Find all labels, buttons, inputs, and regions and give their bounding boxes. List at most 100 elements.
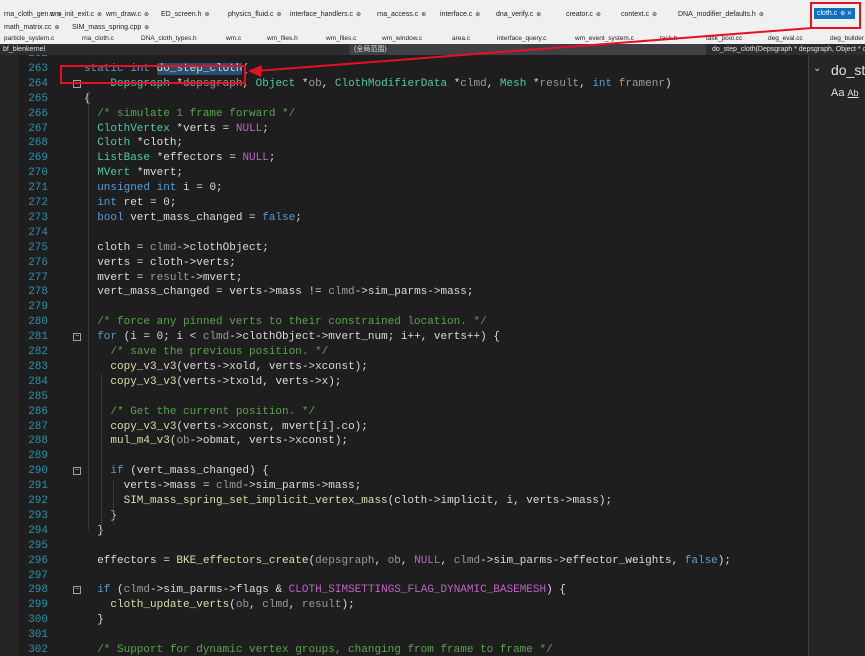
line-number: 281: [28, 331, 48, 344]
code-text: ClothVertex *verts = NULL;: [97, 122, 269, 135]
tab-wm-init-exit-c[interactable]: wm_init_exit.c ⊕: [50, 9, 102, 20]
file-tab[interactable]: wm_window.c: [382, 33, 422, 44]
file-tab[interactable]: DNA_cloth_types.h: [141, 33, 197, 44]
pin-icon[interactable]: ⊕: [277, 12, 282, 18]
scope-dropdown[interactable]: (全局范围): [350, 44, 706, 55]
code-line: 265{: [0, 92, 865, 107]
highlight-box-active-tab: [810, 2, 861, 29]
line-number: 271: [28, 182, 48, 195]
tab-sim-mass-spring-cpp[interactable]: SIM_mass_spring.cpp ⊕: [72, 22, 149, 33]
tab-wm-draw-c[interactable]: wm_draw.c ⊕: [106, 9, 149, 20]
tab-label: ED_screen.h: [161, 11, 202, 18]
tab-interface-c[interactable]: interface.c ⊕: [440, 9, 480, 20]
tab-dna-modifier-defaults-h[interactable]: DNA_modifier_defaults.h ⊕: [678, 9, 764, 20]
file-tab[interactable]: deg_eval.cc: [768, 33, 803, 44]
tab-interface-handlers-c[interactable]: interface_handlers.c ⊕: [290, 9, 361, 20]
line-number: 267: [28, 122, 48, 135]
file-tab[interactable]: interface_query.c: [497, 33, 546, 44]
pin-icon[interactable]: ⊕: [144, 25, 149, 31]
code-line: 273 bool vert_mass_changed = false;: [0, 211, 865, 226]
fold-collapse-icon[interactable]: −: [73, 467, 81, 476]
match-whole-word-icon: Ab: [847, 88, 859, 98]
code-text: copy_v3_v3(verts->xold, verts->xconst);: [110, 360, 368, 373]
pin-icon[interactable]: ⊕: [421, 12, 426, 18]
highlight-box-function: [60, 65, 246, 84]
tab-rna-access-c[interactable]: rna_access.c ⊕: [377, 9, 426, 20]
file-tab[interactable]: area.c: [452, 33, 470, 44]
code-line: 280 /* force any pinned verts to their c…: [0, 315, 865, 330]
code-line: 288 mul_m4_v3(ob->obmat, verts->xconst);: [0, 434, 865, 449]
pin-icon[interactable]: ⊕: [475, 12, 480, 18]
line-number: 280: [28, 316, 48, 329]
pin-icon[interactable]: ⊕: [536, 12, 541, 18]
code-text: if (vert_mass_changed) {: [110, 465, 269, 478]
function-dropdown[interactable]: do_step_cloth(Depsgraph * depsgraph, Obj…: [712, 44, 865, 55]
line-number: 274: [28, 226, 48, 239]
line-number: 302: [28, 644, 48, 656]
document-tab-row-1: rna_cloth_gen.c ⊕ wm_init_exit.c ⊕ wm_draw.c…: [0, 0, 865, 22]
fold-collapse-icon[interactable]: −: [73, 333, 81, 342]
tab-math-matrix-cc[interactable]: math_matrix.cc ⊕: [4, 22, 60, 33]
pin-icon[interactable]: ⊕: [652, 12, 657, 18]
code-line: 297: [0, 569, 865, 584]
match-case-option[interactable]: Aa Ab: [831, 87, 859, 99]
fold-collapse-icon[interactable]: −: [73, 586, 81, 595]
file-tab[interactable]: wm_event_system.c: [575, 33, 634, 44]
tab-context-c[interactable]: context.c ⊕: [621, 9, 657, 20]
code-line: 286 /* Get the current position. */: [0, 405, 865, 420]
file-tab[interactable]: task.h: [660, 33, 677, 44]
file-tab[interactable]: rna_cloth.c: [82, 33, 114, 44]
file-tab[interactable]: deg_builder: [830, 33, 864, 44]
tab-label: wm_init_exit.c: [50, 11, 94, 18]
match-case-icon: Aa: [831, 87, 845, 99]
tab-physics-fluid-c[interactable]: physics_fluid.c ⊕: [228, 9, 282, 20]
tab-label: SIM_mass_spring.cpp: [72, 24, 142, 31]
code-text: }: [84, 614, 104, 627]
code-text: copy_v3_v3(verts->xconst, mvert[i].co);: [110, 420, 368, 433]
line-number: 276: [28, 256, 48, 269]
line-number: 270: [28, 167, 48, 180]
line-number: 292: [28, 495, 48, 507]
line-number: 288: [28, 435, 48, 448]
file-tab[interactable]: task_pool.cc: [706, 33, 742, 44]
pin-icon[interactable]: ⊕: [356, 12, 361, 18]
pin-icon[interactable]: ⊕: [596, 12, 601, 18]
file-tab[interactable]: wm_files.h: [267, 33, 298, 44]
code-line: 294 }: [0, 524, 865, 539]
code-text: mvert = result->mvert;: [84, 271, 243, 284]
chevron-down-icon[interactable]: ⌄: [813, 63, 821, 74]
code-line: 276 verts = cloth->verts;: [0, 256, 865, 271]
line-number: 279: [28, 301, 48, 314]
line-number: 268: [28, 137, 48, 150]
file-tab[interactable]: particle_system.c: [4, 33, 54, 44]
file-tab[interactable]: wm.c: [226, 33, 241, 44]
project-dropdown[interactable]: bf_blenkernel: [3, 44, 45, 55]
line-number: 294: [28, 524, 48, 537]
line-number: 284: [28, 375, 48, 388]
tab-label: DNA_modifier_defaults.h: [678, 11, 756, 18]
pin-icon[interactable]: ⊕: [97, 12, 102, 18]
find-input[interactable]: do_ste: [831, 59, 865, 81]
tab-label: context.c: [621, 11, 650, 18]
code-text: ListBase *effectors = NULL;: [97, 152, 276, 165]
code-line: 278 vert_mass_changed = verts->mass != c…: [0, 285, 865, 300]
pin-icon[interactable]: ⊕: [144, 12, 149, 18]
code-text: verts->mass = clmd->sim_parms->mass;: [84, 480, 362, 493]
code-editor[interactable]: 262263static int do_step_cloth(264− Deps…: [0, 55, 865, 656]
code-text: int ret = 0;: [97, 197, 177, 209]
tab-ed-screen-h[interactable]: ED_screen.h ⊕: [161, 9, 210, 20]
pin-icon[interactable]: ⊕: [204, 12, 209, 18]
code-text: cloth = clmd->clothObject;: [84, 241, 269, 254]
line-number: 269: [28, 152, 48, 165]
line-number: 285: [28, 390, 48, 403]
code-text: cloth_update_verts(ob, clmd, result);: [110, 599, 355, 612]
code-line: 285: [0, 390, 865, 405]
code-line: 301: [0, 628, 865, 643]
file-tab[interactable]: wm_files.c: [326, 33, 356, 44]
code-line: 295: [0, 539, 865, 554]
pin-icon[interactable]: ⊕: [759, 12, 764, 18]
tab-dna-verify-c[interactable]: dna_verify.c ⊕: [496, 9, 541, 20]
code-line: 291 verts->mass = clmd->sim_parms->mass;: [0, 479, 865, 494]
tab-creator-c[interactable]: creator.c ⊕: [566, 9, 601, 20]
pin-icon[interactable]: ⊕: [54, 25, 59, 31]
